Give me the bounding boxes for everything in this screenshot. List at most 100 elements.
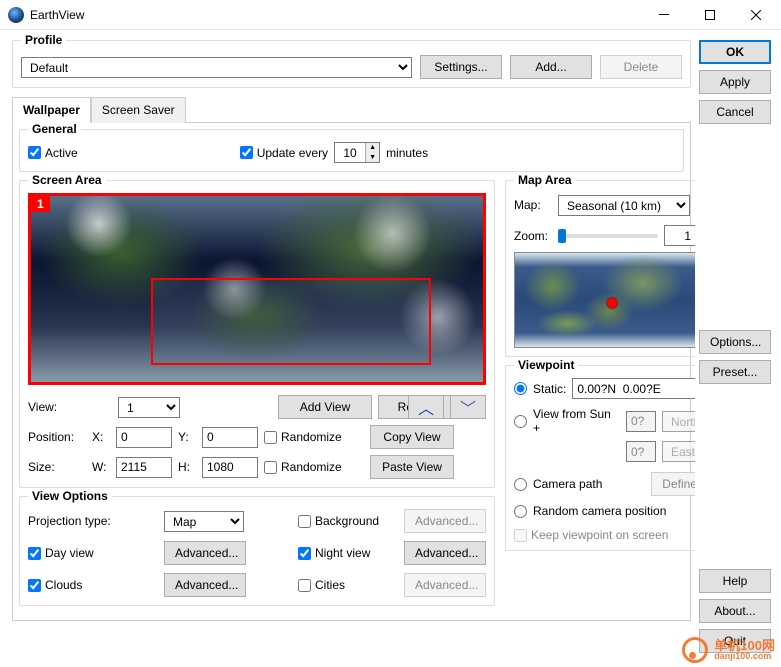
camera-path-label: Camera path [533,477,645,491]
view-badge: 1 [31,196,50,212]
static-label: Static: [533,382,566,396]
ok-button[interactable]: OK [699,40,771,64]
preset-button[interactable]: Preset... [699,360,771,384]
viewpoint-marker-icon[interactable] [607,298,617,308]
sun-deg2-input[interactable] [626,441,656,462]
apply-button[interactable]: Apply [699,70,771,94]
add-view-button[interactable]: Add View [278,395,372,419]
night-view-checkbox-label[interactable]: Night view [298,546,398,560]
spinner-down-icon[interactable]: ▼ [366,153,379,163]
define-camera-path-button[interactable]: Define... [651,472,695,496]
sun-dir2-select[interactable]: East [662,441,695,462]
static-radio[interactable] [514,382,527,395]
view-rectangle[interactable] [151,278,431,365]
update-minutes-input[interactable] [335,143,365,162]
zoom-slider[interactable] [558,234,658,238]
view-from-sun-radio[interactable] [514,415,527,428]
view-from-sun-label: View from Sun + [533,407,620,435]
clouds-advanced-button[interactable]: Advanced... [164,573,246,597]
view-select[interactable]: 1 [118,397,180,418]
size-w-input[interactable] [116,457,172,478]
cities-checkbox-label[interactable]: Cities [298,578,398,592]
general-legend: General [28,122,81,136]
tabs: Wallpaper Screen Saver [12,96,691,122]
dialog-buttons: OK Apply Cancel Options... Preset... Hel… [695,30,781,667]
randomize-position-label[interactable]: Randomize [264,430,364,444]
maximize-icon [705,10,715,20]
view-options-group: View Options Projection type: Map Backgr… [19,496,495,606]
screen-area-legend: Screen Area [28,173,106,187]
day-view-checkbox-label[interactable]: Day view [28,546,158,560]
help-button[interactable]: Help [699,569,771,593]
cancel-button[interactable]: Cancel [699,100,771,124]
position-label: Position: [28,430,86,444]
background-checkbox-label[interactable]: Background [298,514,398,528]
random-camera-label: Random camera position [533,504,666,518]
size-label: Size: [28,460,86,474]
cities-checkbox[interactable] [298,579,311,592]
update-every-checkbox-label[interactable]: Update every [240,146,328,160]
minimize-button[interactable] [641,0,687,30]
sun-dir1-select[interactable]: North [662,411,695,432]
clouds-checkbox[interactable] [28,579,41,592]
projection-type-select[interactable]: Map [164,511,244,532]
view-down-button[interactable]: ﹀ [450,395,486,419]
about-button[interactable]: About... [699,599,771,623]
active-checkbox[interactable] [28,146,41,159]
day-view-advanced-button[interactable]: Advanced... [164,541,246,565]
sun-deg1-input[interactable] [626,411,656,432]
camera-path-radio[interactable] [514,478,527,491]
cities-advanced-button[interactable]: Advanced... [404,573,486,597]
quit-button[interactable]: Quit [699,629,771,653]
profile-settings-button[interactable]: Settings... [420,55,502,79]
update-minutes-spinner[interactable]: ▲ ▼ [334,142,380,163]
background-advanced-button[interactable]: Advanced... [404,509,486,533]
background-checkbox[interactable] [298,515,311,528]
viewpoint-group: Viewpoint Static: View from Sun + North [505,365,695,551]
w-label: W: [92,460,110,474]
chevron-down-icon: ﹀ [460,395,476,419]
static-coord-input[interactable] [572,378,695,399]
viewpoint-legend: Viewpoint [514,358,578,372]
close-button[interactable] [733,0,779,30]
size-h-input[interactable] [202,457,258,478]
profile-select[interactable]: Default [21,57,412,78]
random-camera-radio[interactable] [514,505,527,518]
randomize-size-checkbox[interactable] [264,461,277,474]
active-checkbox-label[interactable]: Active [28,146,78,160]
titlebar: EarthView [0,0,781,30]
keep-viewpoint-checkbox[interactable] [514,529,527,542]
day-view-checkbox[interactable] [28,547,41,560]
randomize-position-checkbox[interactable] [264,431,277,444]
clouds-checkbox-label[interactable]: Clouds [28,578,158,592]
night-view-advanced-button[interactable]: Advanced... [404,541,486,565]
maximize-button[interactable] [687,0,733,30]
zoom-slider-thumb[interactable] [558,229,566,243]
copy-view-button[interactable]: Copy View [370,425,454,449]
tab-screensaver[interactable]: Screen Saver [91,97,186,123]
update-every-checkbox[interactable] [240,146,253,159]
night-view-checkbox[interactable] [298,547,311,560]
options-button[interactable]: Options... [699,330,771,354]
projection-type-label: Projection type: [28,514,158,528]
position-x-input[interactable] [116,427,172,448]
keep-viewpoint-label[interactable]: Keep viewpoint on screen [514,528,695,542]
map-area-legend: Map Area [514,173,576,187]
x-label: X: [92,430,110,444]
minutes-label: minutes [386,146,428,160]
minimap[interactable] [514,252,695,348]
spinner-up-icon[interactable]: ▲ [366,143,379,153]
position-y-input[interactable] [202,427,258,448]
map-select[interactable]: Seasonal (10 km) [558,195,690,216]
screen-area-preview[interactable]: 1 [28,193,486,385]
profile-add-button[interactable]: Add... [510,55,592,79]
randomize-size-label[interactable]: Randomize [264,460,364,474]
paste-view-button[interactable]: Paste View [370,455,454,479]
profile-delete-button[interactable]: Delete [600,55,682,79]
update-every-text: Update every [257,146,328,160]
minimize-icon [659,14,669,15]
view-up-button[interactable]: ︿ [408,395,444,419]
tab-wallpaper[interactable]: Wallpaper [12,97,91,123]
zoom-input[interactable] [664,225,695,246]
map-area-group: Map Area Map: Seasonal (10 km) + Zoom: [505,180,695,357]
